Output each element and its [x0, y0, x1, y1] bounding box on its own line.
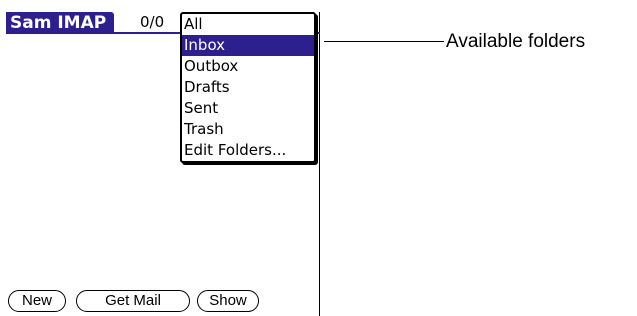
- message-count: 0/0: [140, 13, 165, 31]
- folder-popup-list: All Inbox Outbox Drafts Sent Trash Edit …: [180, 12, 316, 163]
- show-button[interactable]: Show: [197, 290, 259, 312]
- app-title: Sam IMAP: [6, 12, 114, 34]
- folder-item-trash[interactable]: Trash: [182, 119, 314, 140]
- new-button[interactable]: New: [8, 290, 66, 312]
- get-mail-button[interactable]: Get Mail: [76, 290, 190, 312]
- folder-item-all[interactable]: All: [182, 14, 314, 35]
- folder-item-drafts[interactable]: Drafts: [182, 77, 314, 98]
- device-screen: Sam IMAP 0/0 All Inbox Outbox Drafts Sen…: [6, 12, 320, 316]
- callout-line: [324, 41, 444, 42]
- callout-label: Available folders: [446, 31, 586, 52]
- folder-item-sent[interactable]: Sent: [182, 98, 314, 119]
- folder-item-edit-folders[interactable]: Edit Folders...: [182, 140, 314, 161]
- folder-item-outbox[interactable]: Outbox: [182, 56, 314, 77]
- folder-item-inbox[interactable]: Inbox: [182, 35, 314, 56]
